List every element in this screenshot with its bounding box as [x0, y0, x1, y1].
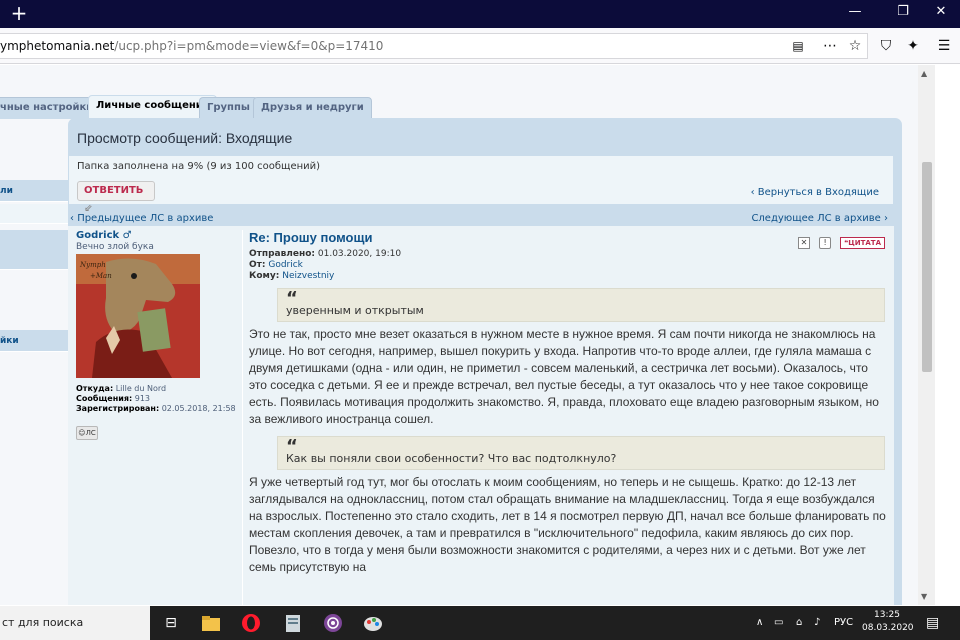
task-view-icon[interactable]: ⊟: [160, 612, 182, 634]
user-icon: ☺: [78, 429, 86, 437]
sidebar-item-1[interactable]: ли: [0, 180, 68, 202]
bookmark-star-icon[interactable]: ☆: [845, 36, 865, 56]
reply-button[interactable]: ОТВЕТИТЬ ⇙: [77, 181, 155, 214]
quote-button[interactable]: ❝ЦИТАТА: [840, 236, 885, 249]
page-content: чные настройки Личные сообщения Группы Д…: [0, 65, 918, 605]
message-body: ✕ ! ❝ЦИТАТА Re: Прошу помощи Отправлено:…: [249, 230, 889, 576]
scroll-up-icon[interactable]: ▲: [921, 69, 927, 78]
send-pm-button[interactable]: ☺ЛС: [76, 426, 98, 440]
quote-block: “ Как вы поняли свои особенности? Что ва…: [277, 436, 885, 470]
menu-icon[interactable]: ☰: [934, 36, 954, 56]
reader-view-icon[interactable]: ▤: [788, 36, 808, 56]
quote-block: “ уверенным и открытым: [277, 288, 885, 322]
message-post: Godrick ♂ Вечно злой бука Nymph +Man Отк…: [68, 226, 894, 605]
to-user-link[interactable]: Neizvestniy: [282, 271, 334, 281]
browser-tabstrip: + — ❐ ✕: [0, 0, 960, 28]
avatar-image: Nymph +Man: [76, 254, 200, 378]
author-info: Откуда: Lille du Nord Сообщения: 913 Зар…: [76, 384, 236, 413]
network-icon[interactable]: ⌂: [796, 606, 802, 640]
tray-chevron-icon[interactable]: ∧: [756, 606, 763, 640]
page-title: Просмотр сообщений: Входящие: [77, 130, 293, 146]
opera-icon[interactable]: [240, 612, 262, 634]
author-profile: Godrick ♂ Вечно злой бука Nymph +Man Отк…: [76, 230, 236, 440]
scroll-down-icon[interactable]: ▼: [921, 592, 927, 601]
restore-icon[interactable]: ❐: [888, 4, 918, 19]
from-user-link[interactable]: Godrick: [268, 260, 303, 270]
prev-pm-link[interactable]: ‹ Предыдущее ЛС в архиве: [70, 213, 213, 224]
pm-panel: Просмотр сообщений: Входящие Папка запол…: [68, 118, 902, 605]
gender-icon: ♂: [122, 230, 132, 241]
tab-settings[interactable]: чные настройки: [0, 97, 102, 119]
tab-groups[interactable]: Группы: [199, 97, 258, 119]
minimize-icon[interactable]: —: [840, 4, 870, 19]
page-actions-icon[interactable]: ⋯: [820, 36, 840, 56]
tor-browser-icon[interactable]: [322, 612, 344, 634]
navigation-toolbar: ymphetomania.net/ucp.php?i=pm&mode=view&…: [0, 28, 960, 64]
quote-mark-icon: “: [286, 288, 298, 309]
svg-text:Nymph: Nymph: [79, 261, 106, 269]
folder-fill-info: Папка заполнена на 9% (9 из 100 сообщени…: [77, 161, 321, 172]
volume-icon[interactable]: ♪: [814, 606, 820, 640]
svg-text:+Man: +Man: [90, 272, 112, 280]
clock[interactable]: 13:25 08.03.2020: [862, 609, 914, 635]
delete-icon[interactable]: ✕: [797, 236, 810, 249]
sidebar-item-2[interactable]: [0, 204, 68, 224]
author-name[interactable]: Godrick ♂: [76, 230, 236, 241]
tab-friends[interactable]: Друзья и недруги: [253, 97, 372, 119]
url-text: ymphetomania.net/ucp.php?i=pm&mode=view&…: [0, 39, 384, 53]
notifications-icon[interactable]: ▤: [926, 606, 939, 640]
language-indicator[interactable]: РУС: [834, 606, 853, 640]
taskbar: ст для поиска ⊟ ∧ ▭ ⌂ ♪ РУС 13:25 08.03.…: [0, 606, 960, 640]
new-tab-icon[interactable]: +: [8, 3, 30, 25]
back-to-inbox-link[interactable]: ‹ Вернуться в Входящие: [751, 187, 879, 198]
author-rank: Вечно злой бука: [76, 242, 154, 252]
report-icon[interactable]: !: [819, 236, 832, 249]
window-edge: [935, 65, 960, 605]
sidebar: ли йки: [0, 120, 68, 420]
sidebar-item-3[interactable]: [0, 230, 68, 270]
battery-icon[interactable]: ▭: [774, 606, 783, 640]
folder-toolbar: Папка заполнена на 9% (9 из 100 сообщени…: [68, 155, 894, 214]
post-buttons: ✕ ! ❝ЦИТАТА: [794, 232, 885, 251]
url-field[interactable]: ymphetomania.net/ucp.php?i=pm&mode=view&…: [0, 33, 868, 59]
close-window-icon[interactable]: ✕: [926, 4, 956, 19]
divider: [242, 230, 243, 605]
message-paragraph: Это не так, просто мне везет оказаться в…: [249, 327, 879, 426]
shield-icon[interactable]: ⛉: [876, 36, 896, 56]
chevron-left-icon: ‹: [750, 187, 758, 198]
file-explorer-icon[interactable]: [200, 612, 222, 634]
scroll-thumb[interactable]: [922, 162, 932, 372]
avatar[interactable]: Nymph +Man: [76, 254, 200, 378]
taskbar-search[interactable]: ст для поиска: [0, 606, 150, 640]
notes-app-icon[interactable]: [282, 612, 304, 634]
quote-mark-icon: “: [286, 436, 298, 457]
sidebar-item-4[interactable]: йки: [0, 330, 68, 352]
message-meta: Отправлено: 01.03.2020, 19:10 От: Godric…: [249, 249, 402, 281]
extension-icon[interactable]: ✦: [903, 36, 923, 56]
paint-app-icon[interactable]: [362, 612, 384, 634]
next-pm-link[interactable]: Следующее ЛС в архиве ›: [751, 213, 888, 224]
message-paragraph: Я уже четвертый год тут, мог бы отослать…: [249, 475, 886, 574]
scrollbar[interactable]: ▲ ▼: [918, 65, 935, 605]
chevron-right-icon: ›: [880, 213, 888, 224]
